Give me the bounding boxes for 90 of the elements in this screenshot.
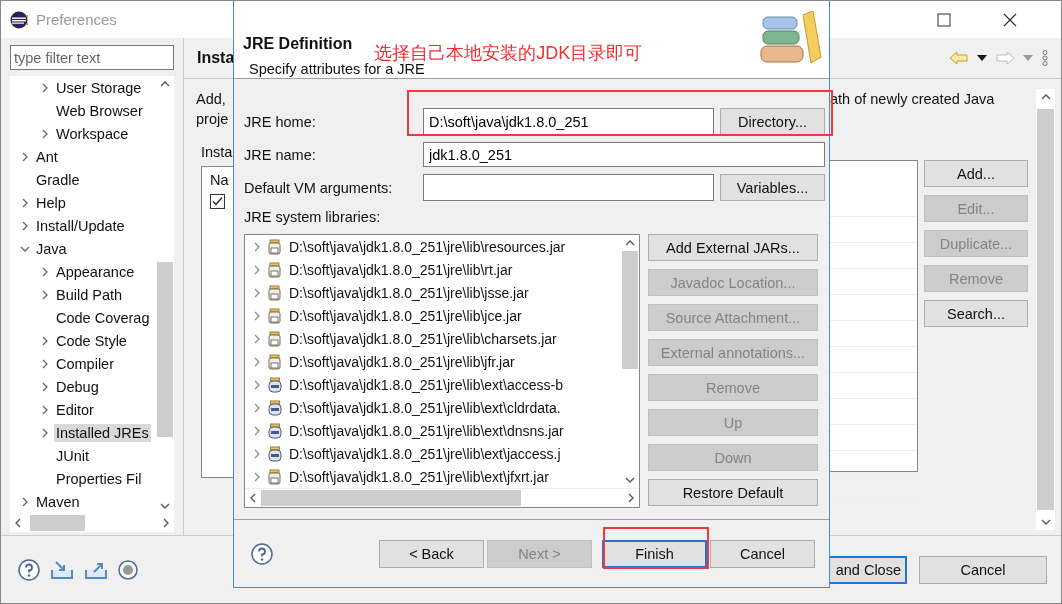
library-path[interactable]: D:\soft\java\jdk1.8.0_251\jre\lib\ext\jaccess.j [289, 445, 561, 462]
scroll-right-icon[interactable] [162, 518, 170, 528]
tree-item[interactable]: Help [34, 193, 68, 212]
field-label: Default VM arguments: [244, 179, 394, 196]
library-button[interactable]: Add External JARs... [648, 234, 818, 261]
library-path[interactable]: D:\soft\java\jdk1.8.0_251\jre\lib\resources.jar [289, 238, 566, 255]
wizard-button[interactable]: < Back [379, 539, 484, 568]
eclipse-logo-icon [10, 10, 28, 29]
dialog-title: JRE Definition [243, 35, 353, 53]
text-field[interactable] [423, 174, 714, 201]
browse-button[interactable]: Directory... [720, 108, 825, 135]
action-button[interactable]: Search... [924, 300, 1028, 327]
library-path[interactable]: D:\soft\java\jdk1.8.0_251\jre\lib\jsse.jar [289, 284, 529, 301]
jar-icon [267, 376, 283, 393]
action-button[interactable]: Add... [924, 160, 1028, 187]
tree-item[interactable]: Code Coverag [54, 308, 152, 327]
wizard-button[interactable]: Finish [602, 539, 707, 568]
tree-item[interactable]: JUnit [54, 446, 92, 465]
jar-icon [267, 330, 283, 347]
description-text: proje [196, 110, 230, 129]
tree-item[interactable]: Gradle [34, 170, 82, 189]
scroll-up-icon[interactable] [160, 80, 170, 88]
jar-icon [267, 284, 283, 301]
dropdown-caret-icon[interactable] [977, 55, 987, 61]
table-label: Insta [201, 144, 231, 160]
tree-item[interactable]: Appearance [54, 262, 137, 281]
help-icon[interactable] [18, 558, 40, 581]
scroll-down-icon[interactable] [1040, 518, 1051, 526]
scroll-down-icon[interactable] [625, 476, 635, 484]
tree-item[interactable]: User Storage [54, 78, 144, 97]
tree-item[interactable]: Compiler [54, 354, 116, 373]
text-field[interactable]: D:\soft\java\jdk1.8.0_251 [423, 108, 714, 135]
tree-item[interactable]: Code Style [54, 331, 129, 350]
jar-icon [267, 399, 283, 416]
maximize-icon[interactable] [937, 12, 951, 27]
dialog-subtitle: Specify attributes for a JRE [249, 61, 426, 77]
annotation-text: 选择自己本地安装的JDK目录即可 [374, 42, 643, 63]
scroll-right-icon[interactable] [627, 493, 635, 503]
jar-icon [267, 261, 283, 278]
field-label: JRE name: [244, 146, 317, 163]
tree-item[interactable]: Properties Fil [54, 469, 144, 488]
tree-item[interactable]: Ant [34, 147, 60, 166]
jar-icon [267, 353, 283, 370]
more-options-icon[interactable] [1041, 50, 1049, 66]
tree-item[interactable]: Debug [54, 377, 101, 396]
scroll-left-icon[interactable] [14, 518, 22, 528]
jar-icon [267, 445, 283, 462]
tree-item[interactable]: Java [34, 239, 69, 258]
scroll-up-icon[interactable] [625, 239, 635, 247]
library-path[interactable]: D:\soft\java\jdk1.8.0_251\jre\lib\charsets.jar [289, 330, 557, 347]
library-path[interactable]: D:\soft\java\jdk1.8.0_251\jre\lib\ext\cldrdata. [289, 399, 561, 416]
jar-icon [267, 307, 283, 324]
library-button[interactable]: Restore Default [648, 479, 818, 506]
page-title: Insta [197, 49, 235, 67]
jar-icon [267, 238, 283, 255]
record-icon[interactable] [118, 559, 138, 580]
jar-icon [267, 422, 283, 439]
library-path[interactable]: D:\soft\java\jdk1.8.0_251\jre\lib\jce.jar [289, 307, 522, 324]
scroll-up-icon[interactable] [1040, 93, 1051, 101]
filter-field[interactable]: type filter text [10, 45, 174, 70]
description-text: Add, [196, 90, 227, 109]
field-label: JRE home: [244, 113, 317, 130]
scroll-down-icon[interactable] [160, 502, 170, 510]
close-icon[interactable] [1003, 12, 1017, 27]
tree-item[interactable]: Web Browser [54, 101, 145, 120]
library-path[interactable]: D:\soft\java\jdk1.8.0_251\jre\lib\ext\dnsns.jar [289, 422, 564, 439]
tree-item[interactable]: Maven [34, 492, 82, 511]
tree-item[interactable]: Build Path [54, 285, 125, 304]
tree-item[interactable]: Install/Update [34, 216, 127, 235]
import-icon[interactable] [50, 559, 74, 580]
libraries-label: JRE system libraries: [244, 209, 382, 227]
checkbox[interactable] [210, 194, 225, 209]
jar-icon [267, 468, 283, 485]
browse-button[interactable]: Variables... [720, 174, 825, 201]
library-path[interactable]: D:\soft\java\jdk1.8.0_251\jre\lib\ext\jfxrt.jar [289, 468, 549, 485]
scroll-left-icon[interactable] [249, 493, 257, 503]
tree-item[interactable]: Installed JREs [54, 423, 151, 442]
tree-item[interactable]: Workspace [54, 124, 131, 143]
library-path[interactable]: D:\soft\java\jdk1.8.0_251\jre\lib\ext\access-b [289, 376, 563, 393]
footer-button[interactable]: Cancel [919, 555, 1047, 584]
wizard-button[interactable]: Cancel [710, 539, 815, 568]
tree-item[interactable]: Editor [54, 400, 96, 419]
text-field[interactable]: jdk1.8.0_251 [423, 142, 825, 167]
help-icon[interactable] [251, 542, 273, 565]
horizontal-scrollbar[interactable] [10, 514, 174, 532]
horizontal-scrollbar[interactable] [245, 488, 639, 507]
library-path[interactable]: D:\soft\java\jdk1.8.0_251\jre\lib\rt.jar [289, 261, 513, 278]
vertical-scrollbar[interactable] [1036, 89, 1055, 530]
window-title: Preferences [36, 11, 117, 28]
library-path[interactable]: D:\soft\java\jdk1.8.0_251\jre\lib\jfr.jar [289, 353, 515, 370]
